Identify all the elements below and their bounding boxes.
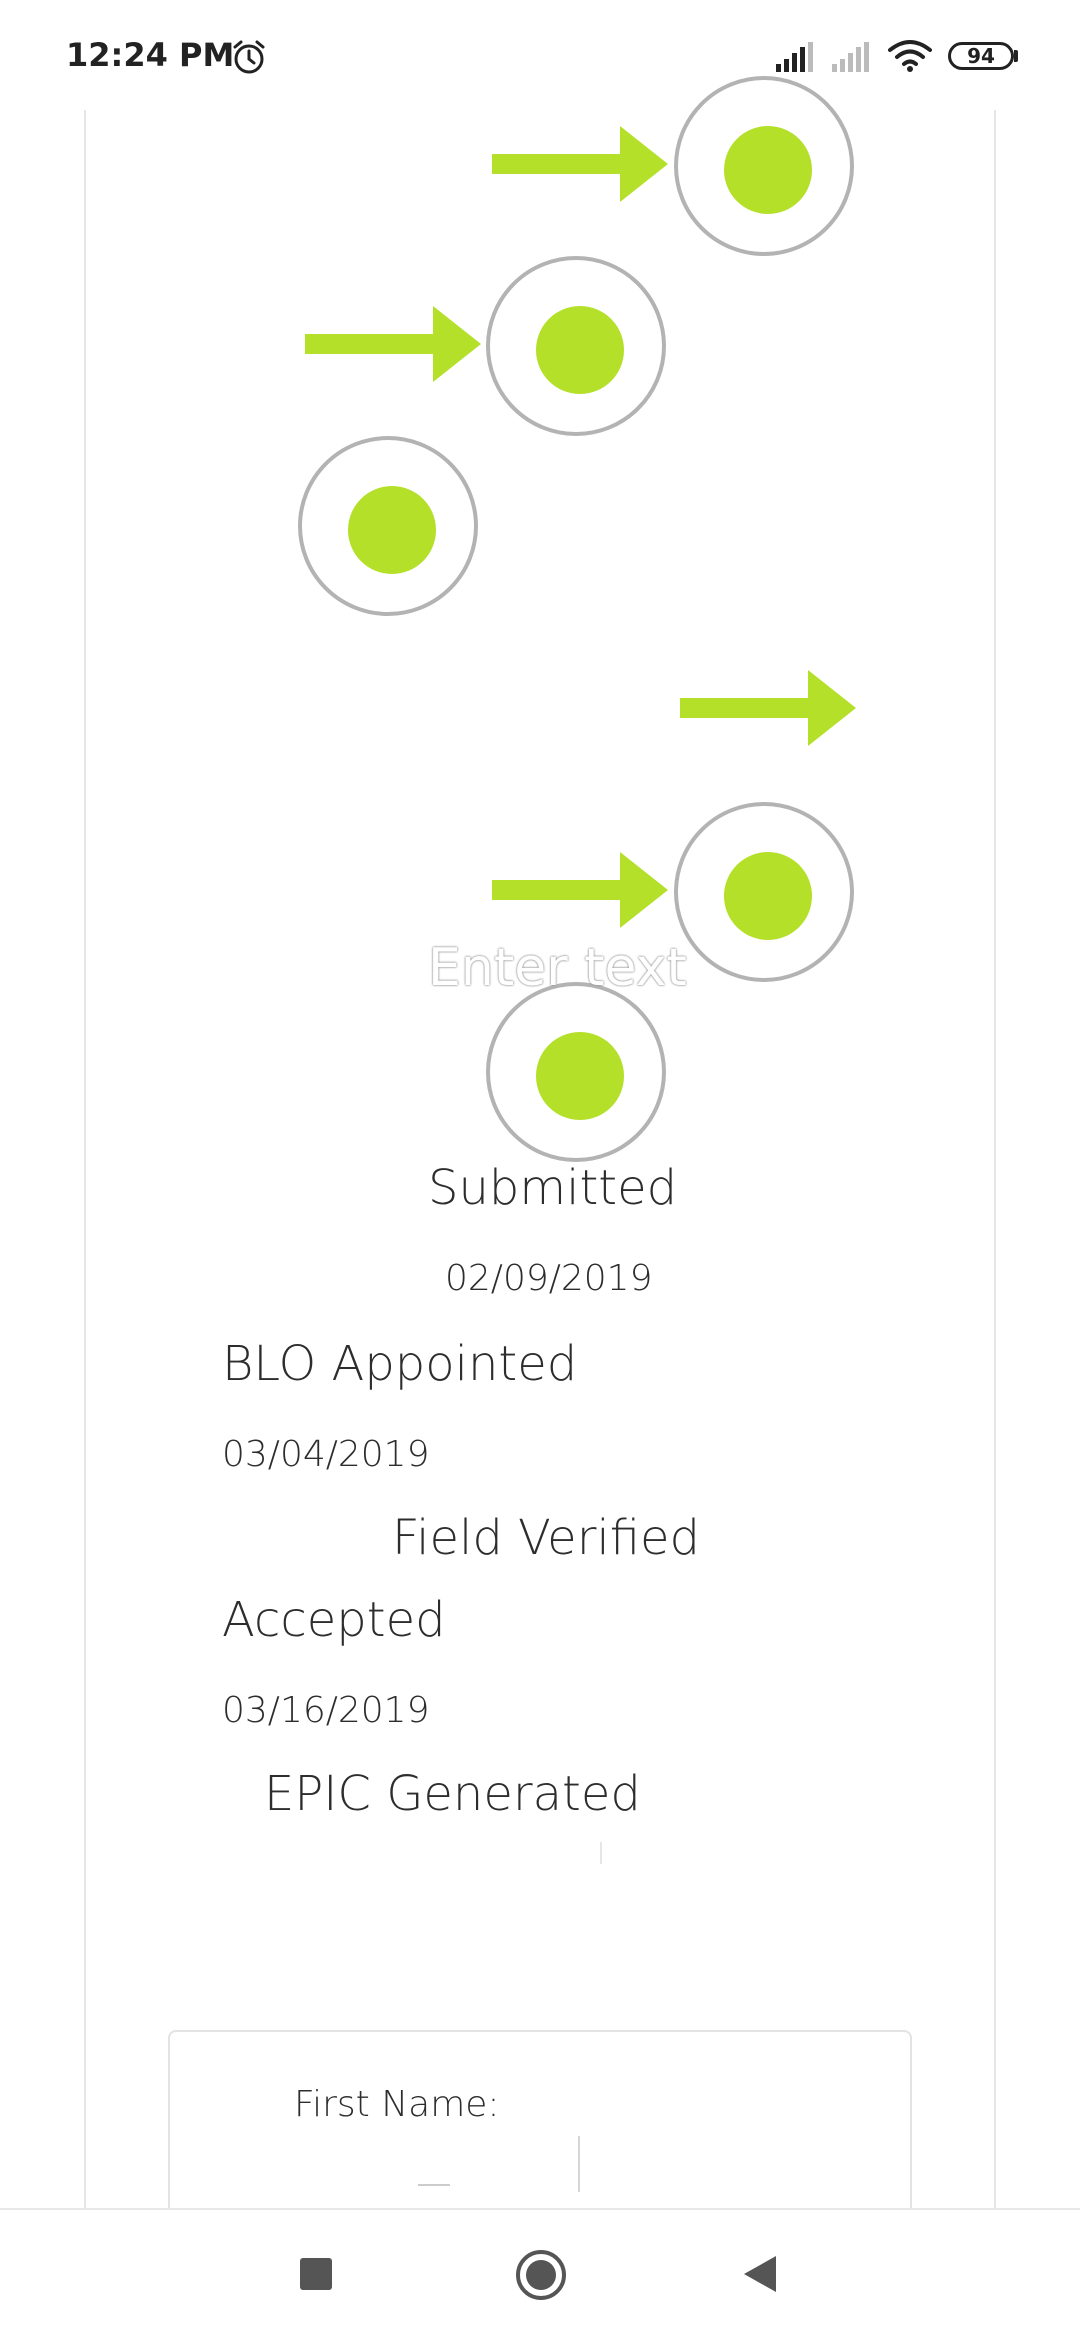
timeline-node: [486, 256, 666, 436]
battery-tip: [1014, 50, 1018, 62]
battery-level: 94: [967, 44, 995, 68]
node-dot: [724, 126, 812, 214]
arrow-right-icon: [492, 852, 668, 928]
faint-divider: [600, 1842, 602, 1864]
wifi-icon: [888, 40, 932, 72]
arrow-right-icon: [680, 670, 856, 746]
first-name-label: First Name:: [294, 2084, 500, 2125]
step-label-submitted: Submitted: [428, 1160, 678, 1216]
status-time: 12:24 PM: [66, 36, 235, 74]
step-label-accepted: Accepted: [222, 1592, 446, 1648]
timeline-node: [674, 802, 854, 982]
home-icon[interactable]: [514, 2248, 568, 2302]
arrow-right-icon: [305, 306, 481, 382]
step-label-epic-generated: EPIC Generated: [264, 1766, 641, 1822]
recents-icon[interactable]: [298, 2256, 334, 2292]
step-date-accepted: 03/16/2019: [222, 1690, 430, 1731]
node-dot: [536, 1032, 624, 1120]
timeline-node: [674, 76, 854, 256]
navigation-bar: [0, 2208, 1080, 2340]
first-name-input-cursor[interactable]: [578, 2136, 580, 2192]
step-date-submitted: 02/09/2019: [445, 1258, 653, 1299]
battery-icon: 94: [948, 42, 1014, 70]
signal-weak-icon: [832, 42, 869, 72]
first-name-input-underline[interactable]: [418, 2184, 450, 2186]
step-date-blo-appointed: 03/04/2019: [222, 1434, 430, 1475]
node-dot: [536, 306, 624, 394]
signal-icon: [776, 42, 813, 72]
arrow-right-icon: [492, 126, 668, 202]
step-label-blo-appointed: BLO Appointed: [222, 1336, 578, 1392]
enter-text-overlay[interactable]: Enter text: [428, 938, 687, 998]
timeline-node: [486, 982, 666, 1162]
back-icon[interactable]: [742, 2254, 778, 2294]
status-bar: 12:24 PM 94: [0, 0, 1080, 110]
node-dot: [724, 852, 812, 940]
timeline-node: [298, 436, 478, 616]
step-label-field-verified: Field Verified: [392, 1510, 700, 1566]
alarm-icon: [233, 40, 265, 74]
node-dot: [348, 486, 436, 574]
